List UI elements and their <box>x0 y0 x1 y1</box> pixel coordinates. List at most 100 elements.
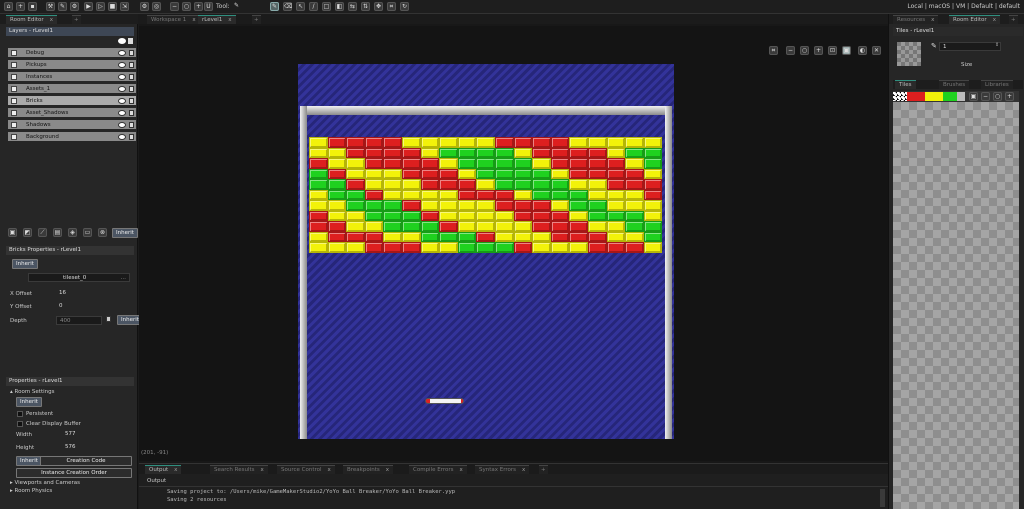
tile-green[interactable] <box>943 92 957 101</box>
lock-icon[interactable] <box>129 62 134 68</box>
add-asset-layer-icon[interactable]: ◈ <box>68 228 77 237</box>
tileset-preview-grid[interactable] <box>893 102 1019 509</box>
bricks-tilemap[interactable] <box>309 137 663 253</box>
clear-icon[interactable]: ✕ <box>872 46 881 55</box>
lock-icon[interactable] <box>129 110 134 116</box>
depth-field[interactable]: 400 <box>56 316 102 325</box>
layer-row-instances[interactable]: Instances <box>8 72 136 82</box>
zoom-reset-icon[interactable]: ○ <box>800 46 809 55</box>
toggle-view-icon[interactable]: ▣ <box>842 46 851 55</box>
eye-icon[interactable] <box>118 98 126 104</box>
eraser-tool-icon[interactable]: ⌫ <box>283 2 292 11</box>
tab-search-results[interactable]: Search Results x <box>210 465 268 474</box>
lock-icon[interactable] <box>129 86 134 92</box>
height-field[interactable]: 576 <box>62 443 84 452</box>
bricks-inherit-button[interactable]: Inherit <box>12 259 38 269</box>
y-offset-field[interactable]: 0 <box>56 302 80 311</box>
lock-icon[interactable] <box>129 74 134 80</box>
zoom-out-icon[interactable]: − <box>170 2 179 11</box>
pencil-icon[interactable]: ✎ <box>232 2 241 11</box>
clean-icon[interactable]: ✎ <box>58 2 67 11</box>
eye-icon[interactable] <box>118 62 126 68</box>
screenshot-icon[interactable]: ◐ <box>858 46 867 55</box>
persistent-checkbox[interactable] <box>17 411 23 417</box>
target-platform[interactable]: macOS <box>929 3 950 10</box>
lock-icon[interactable] <box>129 134 134 140</box>
lock-icon[interactable] <box>128 38 133 44</box>
layer-row-asset-shadows[interactable]: Asset_Shadows <box>8 108 136 118</box>
settings-icon[interactable]: ⚙ <box>140 2 149 11</box>
picker-tool-icon[interactable]: ↖ <box>296 2 305 11</box>
tile-red[interactable] <box>907 92 925 101</box>
rectangle-tool-icon[interactable]: □ <box>322 2 331 11</box>
zoom-fit-icon[interactable]: ⊡ <box>828 46 837 55</box>
close-icon[interactable]: x <box>386 467 389 473</box>
target-output[interactable]: VM <box>956 3 965 10</box>
add-tab-icon[interactable]: + <box>1009 15 1018 24</box>
tab-resources[interactable]: Resources x <box>893 15 939 24</box>
eye-icon[interactable] <box>118 50 126 56</box>
close-icon[interactable]: x <box>174 467 177 473</box>
tile-view-icon[interactable]: ▣ <box>969 92 978 101</box>
tab-rlevel1[interactable]: rLevel1 x <box>198 15 236 24</box>
target-info[interactable]: Local | macOS | VM | Default | default <box>907 3 1020 10</box>
close-icon[interactable]: x <box>50 17 53 23</box>
add-tile-layer-icon[interactable]: ◩ <box>23 228 32 237</box>
add-tab-icon[interactable]: + <box>252 15 261 24</box>
tab-source-control[interactable]: Source Control x <box>277 465 335 474</box>
eye-icon[interactable] <box>118 86 126 92</box>
eye-icon[interactable] <box>118 74 126 80</box>
inherit-layers-button[interactable]: Inherit <box>112 228 138 238</box>
tab-room-editor[interactable]: Room Editor x <box>6 15 57 24</box>
room-settings-toggle[interactable]: ▴ Room Settings <box>10 389 55 395</box>
close-icon[interactable]: x <box>192 17 195 23</box>
line-tool-icon[interactable]: / <box>309 2 318 11</box>
home-icon[interactable]: ⌂ <box>4 2 13 11</box>
creation-code-button[interactable]: Creation Code <box>40 456 132 466</box>
viewports-toggle[interactable]: ▸ Viewports and Cameras <box>10 480 80 486</box>
tileset-strip[interactable]: ▣ − ○ + <box>893 91 1019 102</box>
play-icon[interactable]: ▶ <box>84 2 93 11</box>
layer-row-pickups[interactable]: Pickups <box>8 60 136 70</box>
add-path-layer-icon[interactable]: ⟋ <box>38 228 47 237</box>
zoom-reset-icon[interactable]: ○ <box>993 92 1002 101</box>
eye-icon[interactable] <box>118 38 126 44</box>
room-view[interactable] <box>298 64 674 439</box>
delete-layer-icon[interactable]: ⊗ <box>98 228 107 237</box>
tab-libraries[interactable]: Libraries <box>981 80 1013 89</box>
room-inherit-button-2[interactable]: Inherit <box>16 456 42 466</box>
close-icon[interactable]: x <box>993 17 996 23</box>
instance-creation-order-button[interactable]: Instance Creation Order <box>16 468 132 478</box>
layer-row-assets-1[interactable]: Assets_1 <box>8 84 136 94</box>
layer-row-debug[interactable]: Debug <box>8 48 136 58</box>
tile-yellow[interactable] <box>925 92 943 101</box>
zoom-out-icon[interactable]: − <box>786 46 795 55</box>
room-inherit-button[interactable]: Inherit <box>16 397 42 407</box>
add-tab-icon[interactable]: + <box>539 465 548 474</box>
add-tab-icon[interactable]: + <box>72 15 81 24</box>
eye-icon[interactable] <box>118 110 126 116</box>
close-icon[interactable]: x <box>328 467 331 473</box>
zoom-in-icon[interactable]: + <box>1005 92 1014 101</box>
snap-tool-icon[interactable]: ⌗ <box>387 2 396 11</box>
move-tool-icon[interactable]: ✥ <box>374 2 383 11</box>
layer-row-background[interactable]: Background <box>8 132 136 142</box>
grid-icon[interactable]: ⌗ <box>769 46 778 55</box>
lock-icon[interactable] <box>129 98 134 104</box>
layer-row-shadows[interactable]: Shadows <box>8 120 136 130</box>
lock-icon[interactable] <box>106 316 111 322</box>
clear-display-buffer-checkbox[interactable] <box>17 421 23 427</box>
room-canvas[interactable]: ⌗ − ○ + ⊡ ▣ ◐ ✕ <box>139 26 888 461</box>
add-background-layer-icon[interactable]: ▤ <box>53 228 62 237</box>
tab-syntax-errors[interactable]: Syntax Errors x <box>475 465 530 474</box>
tab-brushes[interactable]: Brushes <box>939 80 970 89</box>
tab-workspace-1[interactable]: Workspace 1x <box>147 15 200 24</box>
zoom-reset-icon[interactable]: ○ <box>182 2 191 11</box>
tab-breakpoints[interactable]: Breakpoints x <box>343 465 394 474</box>
zoom-in-icon[interactable]: + <box>814 46 823 55</box>
build-icon[interactable]: ⚒ <box>46 2 55 11</box>
scrollbar[interactable] <box>880 489 885 507</box>
add-instance-layer-icon[interactable]: ▣ <box>8 228 17 237</box>
tab-room-editor-right[interactable]: Room Editor x <box>949 15 1000 24</box>
target-local[interactable]: Local <box>907 3 923 10</box>
